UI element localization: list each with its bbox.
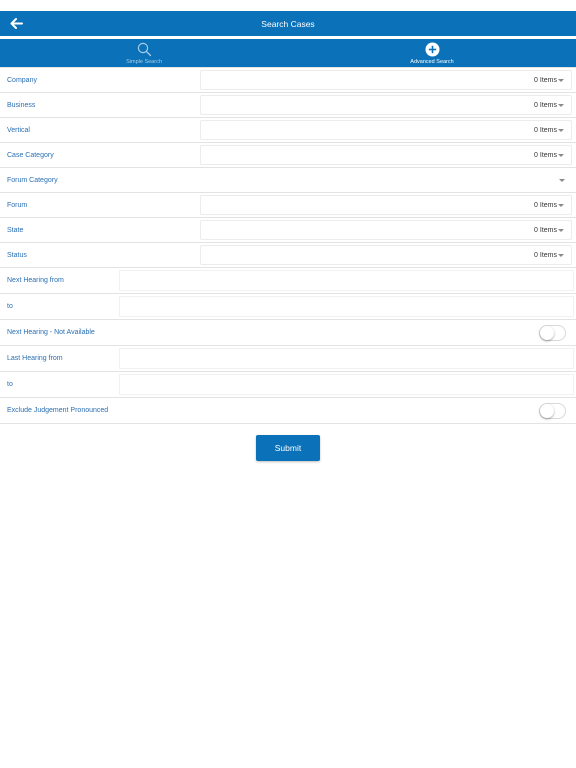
chevron-down-icon — [558, 79, 564, 82]
advanced-search-form: Company 0 Items Business 0 Items Vertica… — [0, 67, 576, 424]
status-select[interactable]: 0 Items — [200, 245, 572, 265]
company-label: Company — [7, 76, 37, 84]
chevron-down-icon — [558, 204, 564, 207]
next-hearing-to-row: to — [0, 294, 576, 320]
tab-simple-search[interactable]: Simple Search — [0, 39, 288, 67]
page-title: Search Cases — [261, 18, 315, 29]
next-hearing-na-row: Next Hearing - Not Available — [0, 320, 576, 346]
tab-advanced-search[interactable]: Advanced Search — [288, 39, 576, 67]
company-row: Company 0 Items — [0, 68, 576, 93]
state-row: State 0 Items — [0, 218, 576, 243]
company-count: 0 Items — [534, 76, 557, 84]
exclude-judgement-toggle[interactable] — [539, 402, 566, 419]
chevron-down-icon — [558, 129, 564, 132]
chevron-down-icon — [558, 254, 564, 257]
case-category-select[interactable]: 0 Items — [200, 145, 572, 165]
chevron-down-icon — [558, 154, 564, 157]
exclude-judgement-label: Exclude Judgement Pronounced — [7, 407, 109, 414]
app-header: Search Cases — [0, 11, 576, 36]
state-label: State — [7, 226, 24, 234]
next-hearing-na-label: Next Hearing - Not Available — [7, 329, 95, 336]
vertical-count: 0 Items — [534, 126, 557, 134]
status-bar-area — [0, 0, 576, 11]
chevron-down-icon — [558, 104, 564, 107]
back-button[interactable] — [8, 15, 24, 31]
last-hearing-to-input[interactable] — [119, 374, 574, 395]
submit-button[interactable]: Submit — [256, 435, 320, 461]
business-label: Business — [7, 101, 36, 109]
search-mode-tabs: Simple Search Advanced Search — [0, 39, 576, 67]
forum-category-label: Forum Category — [7, 176, 58, 184]
next-hearing-from-row: Next Hearing from — [0, 268, 576, 294]
vertical-row: Vertical 0 Items — [0, 118, 576, 143]
state-select[interactable]: 0 Items — [200, 220, 572, 240]
next-hearing-from-input[interactable] — [119, 270, 574, 291]
search-icon — [137, 42, 151, 57]
last-hearing-from-row: Last Hearing from — [0, 346, 576, 372]
last-hearing-to-row: to — [0, 372, 576, 398]
chevron-down-icon[interactable] — [559, 179, 565, 182]
status-label: Status — [7, 251, 27, 259]
case-category-count: 0 Items — [534, 151, 557, 159]
exclude-judgement-row: Exclude Judgement Pronounced — [0, 398, 576, 424]
state-count: 0 Items — [534, 226, 557, 234]
plus-circle-icon — [425, 42, 439, 57]
vertical-label: Vertical — [7, 126, 30, 134]
forum-label: Forum — [7, 201, 28, 209]
last-hearing-from-input[interactable] — [119, 348, 574, 369]
toggle-knob — [540, 403, 554, 418]
chevron-down-icon — [558, 229, 564, 232]
case-category-row: Case Category 0 Items — [0, 143, 576, 168]
toggle-knob — [540, 325, 554, 340]
business-count: 0 Items — [534, 101, 557, 109]
next-hearing-na-toggle[interactable] — [539, 324, 566, 341]
tab-simple-search-label: Simple Search — [126, 59, 162, 65]
tab-advanced-search-label: Advanced Search — [410, 59, 454, 65]
company-select[interactable]: 0 Items — [200, 70, 572, 90]
vertical-select[interactable]: 0 Items — [200, 120, 572, 140]
forum-select[interactable]: 0 Items — [200, 195, 572, 215]
business-row: Business 0 Items — [0, 93, 576, 118]
forum-row: Forum 0 Items — [0, 193, 576, 218]
business-select[interactable]: 0 Items — [200, 95, 572, 115]
status-row: Status 0 Items — [0, 243, 576, 268]
forum-count: 0 Items — [534, 201, 557, 209]
next-hearing-to-input[interactable] — [119, 296, 574, 317]
submit-area: Submit — [0, 435, 576, 461]
case-category-label: Case Category — [7, 151, 54, 159]
status-count: 0 Items — [534, 251, 557, 259]
arrow-left-icon — [10, 17, 23, 29]
forum-category-row[interactable]: Forum Category — [0, 168, 576, 193]
